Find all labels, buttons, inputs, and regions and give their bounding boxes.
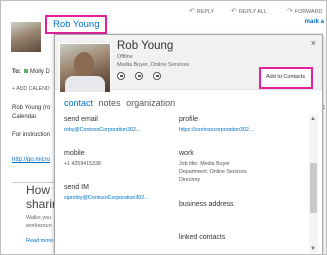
mobile-value[interactable]: +1 4259415338 [64, 161, 101, 167]
scroll-up-icon[interactable]: ▲ [310, 116, 316, 122]
forward-label: FORWARD [294, 9, 323, 15]
mail-reading-pane: ↶ REPLY ↶ REPLY ALL ↷ FORWARD mark a Rob Yo… [0, 0, 327, 255]
business-address-label: business address [179, 201, 234, 208]
send-im-link[interactable]: siprobty@ContosoCorporation302... [64, 195, 149, 201]
body-link[interactable]: http://go.micro [12, 157, 50, 163]
recipient-name[interactable]: Molly D [30, 69, 50, 75]
to-line: To: Molly D [12, 69, 50, 75]
forward-button[interactable]: ↷ FORWARD [287, 7, 322, 15]
presence-icon [23, 69, 28, 74]
sender-name[interactable]: Rob Young [53, 19, 100, 30]
add-calendar-button[interactable]: + ADD CALEND [12, 86, 50, 92]
contact-card-tabs: contact notes organization [64, 98, 178, 108]
reply-label: REPLY [196, 9, 215, 15]
body-text-line: For instruction [12, 132, 51, 138]
send-email-link[interactable]: roby@ContosoCorporation302... [64, 127, 140, 133]
job-title-value: Job title: Media Buyer [179, 161, 230, 167]
sender-avatar[interactable] [11, 22, 41, 52]
contact-name: Rob Young [117, 40, 174, 52]
reply-button[interactable]: ↶ REPLY [189, 7, 214, 15]
reply-all-button[interactable]: ↶ REPLY ALL [231, 7, 267, 15]
tab-organization[interactable]: organization [126, 98, 175, 108]
reply-all-label: REPLY ALL [238, 9, 267, 15]
close-icon[interactable]: × [311, 38, 316, 48]
message-toolbar: ↶ REPLY ↶ REPLY ALL ↷ FORWARD mark a [179, 5, 326, 25]
photo-shirt [65, 76, 105, 92]
reply-arrow-icon: ↶ [189, 8, 195, 15]
mark-as-link[interactable]: mark a [305, 19, 324, 25]
department-value: Department: Online Services [179, 169, 247, 175]
article-snippet: Walks you [26, 215, 52, 221]
call-icon[interactable] [135, 72, 143, 80]
photo-face [74, 52, 94, 78]
work-label: work [179, 150, 194, 157]
scroll-thumb[interactable] [310, 163, 317, 213]
im-icon[interactable] [153, 72, 161, 80]
scroll-down-icon[interactable]: ▼ [310, 246, 316, 252]
body-text-line: Calendar. [12, 114, 38, 120]
to-label: To: [12, 69, 21, 75]
linked-contacts-label: linked contacts [179, 234, 226, 241]
sender-name-link[interactable]: Rob Young [45, 15, 107, 34]
contact-card: × Rob Young Offline Media Buyer, Online … [54, 34, 323, 254]
tab-notes[interactable]: notes [99, 98, 121, 108]
directory-value: Directory [179, 177, 201, 183]
article-snippet: workaroun [26, 223, 52, 229]
tab-contact[interactable]: contact [64, 98, 93, 108]
add-to-contacts-label: Add to Contacts [266, 74, 306, 80]
forward-arrow-icon: ↷ [287, 8, 293, 15]
contact-photo [59, 43, 111, 93]
presence-status: Offline [117, 54, 133, 60]
send-email-label: send email [64, 116, 98, 123]
mobile-label: mobile [64, 150, 85, 157]
job-title: Media Buyer, Online Services [117, 62, 190, 68]
profile-link[interactable]: https://contosocorporation302... [179, 127, 253, 133]
profile-label: profile [179, 116, 199, 123]
contact-card-header: × Rob Young Offline Media Buyer, Online … [55, 35, 322, 93]
email-icon[interactable] [117, 72, 125, 80]
card-scrollbar[interactable]: ▲ ▼ [309, 115, 318, 253]
reply-all-arrow-icon: ↶ [231, 8, 237, 15]
add-calendar-label: ADD CALEND [16, 86, 50, 92]
add-to-contacts-button[interactable]: Add to Contacts [259, 67, 313, 89]
send-im-label: send IM [64, 184, 89, 191]
body-text-line: Rob Young (ro [12, 105, 51, 111]
